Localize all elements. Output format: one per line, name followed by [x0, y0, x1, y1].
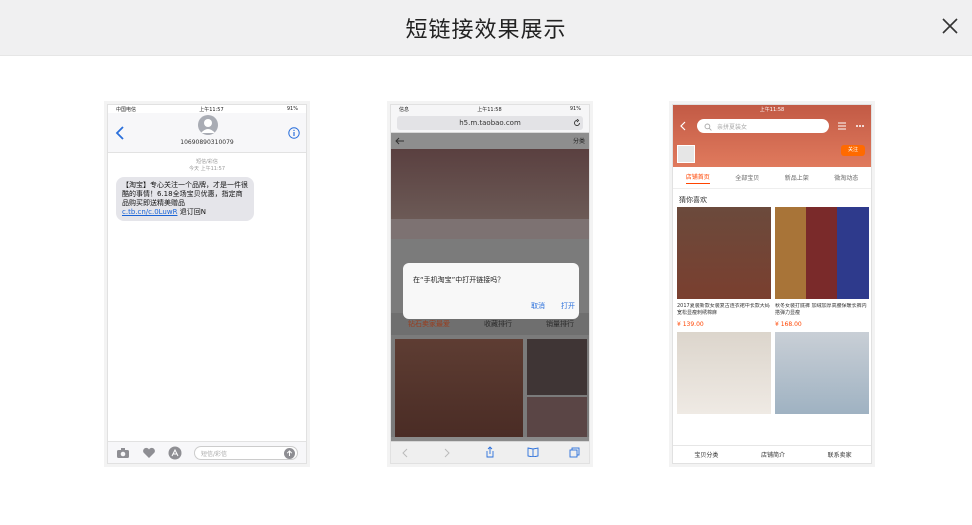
forward-icon[interactable]: [443, 448, 451, 458]
tab-shop-home[interactable]: 店铺首页: [685, 172, 710, 184]
product-card[interactable]: 秋冬女装打底裤 加绒加厚高腰保暖长裤内搭弹力显瘦 ¥ 168.00: [775, 207, 869, 332]
tab-new-arrivals[interactable]: 新品上架: [785, 173, 809, 182]
product-title: 2017夏装新款女装复古连衣裙中长款大码宽松显瘦刺绣棉麻: [677, 303, 770, 316]
nav-item-contact-seller[interactable]: 联系卖家: [828, 450, 852, 459]
status-time: 上午11:58: [477, 106, 502, 113]
guess-you-like-heading: 猜你喜欢: [679, 196, 707, 204]
shop-search-input[interactable]: 亲拼夏装女: [697, 119, 829, 133]
product-price: ¥ 139.00: [677, 321, 704, 328]
status-time: 上午11:57: [199, 106, 224, 113]
status-battery: 91%: [569, 106, 581, 112]
status-app: 信息: [399, 106, 410, 113]
tab-favorites-rank[interactable]: 收藏排行: [484, 319, 512, 329]
shop-logo: [677, 145, 695, 163]
shop-header: 上午11:58 亲拼夏装女 关注: [673, 105, 871, 167]
message-bubble: 【淘宝】专心关注一个品牌，才是一件很酷的事情！6.18全场宝贝优惠，指定商品购买…: [116, 177, 254, 221]
more-icon[interactable]: [855, 121, 865, 131]
product-image-dress[interactable]: [395, 339, 523, 437]
tab-weitao[interactable]: 微淘动态: [834, 173, 858, 182]
shop-tabs: 店铺首页 全部宝贝 新品上架 微淘动态: [673, 167, 871, 189]
browser-toolbar: [391, 441, 589, 463]
category-icon[interactable]: [837, 121, 847, 131]
back-icon[interactable]: [401, 448, 409, 458]
app-store-icon[interactable]: [168, 446, 182, 460]
camera-icon[interactable]: [116, 447, 130, 459]
message-suffix: 退订回N: [177, 208, 206, 216]
status-bar: 信息 上午11:58 91%: [391, 105, 589, 113]
dialog-message: 在“手机淘宝”中打开链接吗？: [413, 276, 505, 284]
status-bar: 上午11:58: [673, 105, 871, 113]
browser-screenshot: 信息 上午11:58 91% h5.m.taobao.com 分类 钻石卖家最爱…: [390, 104, 590, 464]
tab-all-items[interactable]: 全部宝贝: [735, 173, 759, 182]
bookmarks-icon[interactable]: [527, 447, 539, 457]
product-image: [775, 207, 869, 299]
tab-sales-rank[interactable]: 销量排行: [546, 319, 574, 329]
open-in-app-dialog: 在“手机淘宝”中打开链接吗？ 取消 打开: [403, 263, 579, 319]
contact-avatar-icon: [198, 115, 218, 135]
status-battery: 91%: [286, 106, 298, 112]
shop-bottom-nav: 宝贝分类 店铺简介 联系卖家: [673, 445, 871, 463]
nav-item-shop-intro[interactable]: 店铺简介: [761, 450, 785, 459]
shop-app-screenshot: 上午11:58 亲拼夏装女 关注 店铺首页 全部宝贝 新品上架 微淘动态 猜你喜…: [672, 104, 872, 464]
sender-number: 10690890310079: [180, 139, 234, 146]
message-input[interactable]: 短信/彩信: [194, 446, 298, 460]
status-time: 上午11:58: [759, 106, 785, 113]
back-chevron-icon[interactable]: [679, 121, 687, 131]
product-image-lace[interactable]: [527, 339, 587, 395]
product-card[interactable]: 2017夏装新款女装复古连衣裙中长款大码宽松显瘦刺绣棉麻 ¥ 139.00: [677, 207, 771, 332]
back-arrow-icon[interactable]: [395, 137, 405, 145]
product-image[interactable]: [775, 332, 869, 414]
message-type: 短信/彩信: [196, 159, 218, 165]
message-meta: 短信/彩信 今天 上午11:57: [108, 159, 306, 173]
url-field[interactable]: h5.m.taobao.com: [397, 116, 583, 130]
message-time: 今天 上午11:57: [189, 166, 225, 172]
search-icon: [704, 123, 712, 131]
send-arrow-icon[interactable]: [284, 448, 295, 459]
digital-touch-heart-icon[interactable]: [142, 447, 156, 459]
modal-title: 短链接效果展示: [405, 18, 567, 43]
modal-header: 短链接效果展示: [0, 0, 972, 56]
product-price: ¥ 168.00: [775, 321, 802, 328]
category-link[interactable]: 分类: [573, 136, 585, 145]
tab-diamond-favorites[interactable]: 钻石卖家最爱: [408, 319, 450, 329]
product-image: [677, 207, 771, 299]
shop-banner: [391, 149, 589, 219]
product-image-small[interactable]: [527, 397, 587, 437]
sms-header: 10690890310079: [108, 113, 306, 153]
dialog-cancel-button[interactable]: 取消: [531, 301, 545, 311]
product-grid: 2017夏装新款女装复古连衣裙中长款大码宽松显瘦刺绣棉麻 ¥ 139.00 秋冬…: [673, 207, 871, 414]
tabs-icon[interactable]: [569, 447, 580, 458]
share-icon[interactable]: [485, 446, 495, 458]
follow-button[interactable]: 关注: [841, 145, 865, 156]
message-text: 【淘宝】专心关注一个品牌，才是一件很酷的事情！6.18全场宝贝优惠，指定商品购买…: [122, 181, 248, 207]
product-title: 秋冬女装打底裤 加绒加厚高腰保暖长裤内搭弹力显瘦: [775, 303, 867, 316]
status-bar: 中国电信 上午11:57 91%: [108, 105, 306, 113]
reload-icon[interactable]: [573, 119, 581, 127]
short-link-preview-modal: 短链接效果展示 中国电信 上午11:57 91% 10690890310079 …: [0, 0, 972, 525]
dialog-open-button[interactable]: 打开: [561, 301, 575, 311]
nav-item-categories[interactable]: 宝贝分类: [694, 450, 718, 459]
browser-url-bar: h5.m.taobao.com: [391, 113, 589, 133]
product-image[interactable]: [677, 332, 771, 414]
status-carrier: 中国电信: [116, 106, 137, 113]
shop-icons-row: [391, 219, 589, 239]
sms-screenshot: 中国电信 上午11:57 91% 10690890310079 短信/彩信 今天…: [107, 104, 307, 464]
close-icon[interactable]: [938, 14, 962, 38]
page-toolbar: 分类: [391, 133, 589, 149]
sms-input-bar: 短信/彩信: [108, 441, 306, 463]
info-icon[interactable]: [288, 127, 300, 139]
short-link[interactable]: c.tb.cn/c.0LuwR: [122, 208, 177, 216]
